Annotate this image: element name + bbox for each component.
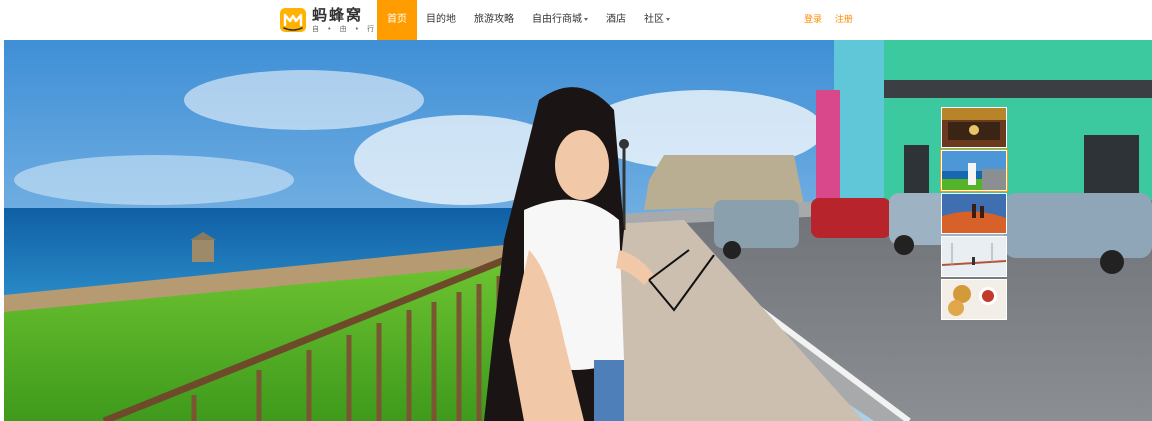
desert-camels-thumbnail[interactable] <box>941 193 1007 234</box>
food-dish-thumbnail[interactable] <box>941 279 1007 320</box>
nav-item-label: 首页 <box>387 14 407 25</box>
palace-interior-thumbnail[interactable] <box>941 107 1007 148</box>
palace-interior-image <box>942 108 1006 147</box>
login-link[interactable]: 登录 <box>804 15 822 25</box>
nav-item-label: 社区 <box>644 14 664 25</box>
nav-item-hotels[interactable]: 酒店 <box>597 0 635 40</box>
site-logo[interactable]: 蚂蜂窝 自 • 由 • 行 <box>279 6 377 34</box>
mafengwo-m-icon <box>280 8 306 32</box>
top-navigation-bar: 蚂蜂窝 自 • 由 • 行 首页 目的地 旅游攻略 自由行商城 酒店 社区 登录… <box>0 0 1152 40</box>
snowy-bridge-image <box>942 237 1006 276</box>
chevron-down-icon <box>666 17 670 21</box>
nav-item-destinations[interactable]: 目的地 <box>417 0 465 40</box>
brand-tagline: 自 • 由 • 行 <box>312 24 378 33</box>
girl-seaside-image <box>942 151 1006 190</box>
hero-banner[interactable] <box>4 40 1152 421</box>
register-link[interactable]: 注册 <box>835 15 853 25</box>
chevron-down-icon <box>584 17 588 21</box>
brand-name: 蚂蜂窝 <box>312 5 364 24</box>
desert-camels-image <box>942 194 1006 233</box>
nav-item-mall[interactable]: 自由行商城 <box>523 0 597 40</box>
nav-item-community[interactable]: 社区 <box>635 0 679 40</box>
nav-item-label: 自由行商城 <box>532 14 582 25</box>
snowy-bridge-thumbnail[interactable] <box>941 236 1007 277</box>
nav-item-home[interactable]: 首页 <box>377 0 417 40</box>
hero-thumbnail-list <box>941 107 1007 320</box>
main-nav: 首页 目的地 旅游攻略 自由行商城 酒店 社区 <box>377 0 679 40</box>
food-dish-image <box>942 280 1006 319</box>
nav-item-label: 旅游攻略 <box>474 14 514 25</box>
nav-item-label: 目的地 <box>426 14 456 25</box>
nav-item-label: 酒店 <box>606 14 626 25</box>
girl-seaside-thumbnail[interactable] <box>941 150 1007 191</box>
nav-item-travel-guides[interactable]: 旅游攻略 <box>465 0 523 40</box>
auth-links: 登录 注册 <box>804 0 853 40</box>
